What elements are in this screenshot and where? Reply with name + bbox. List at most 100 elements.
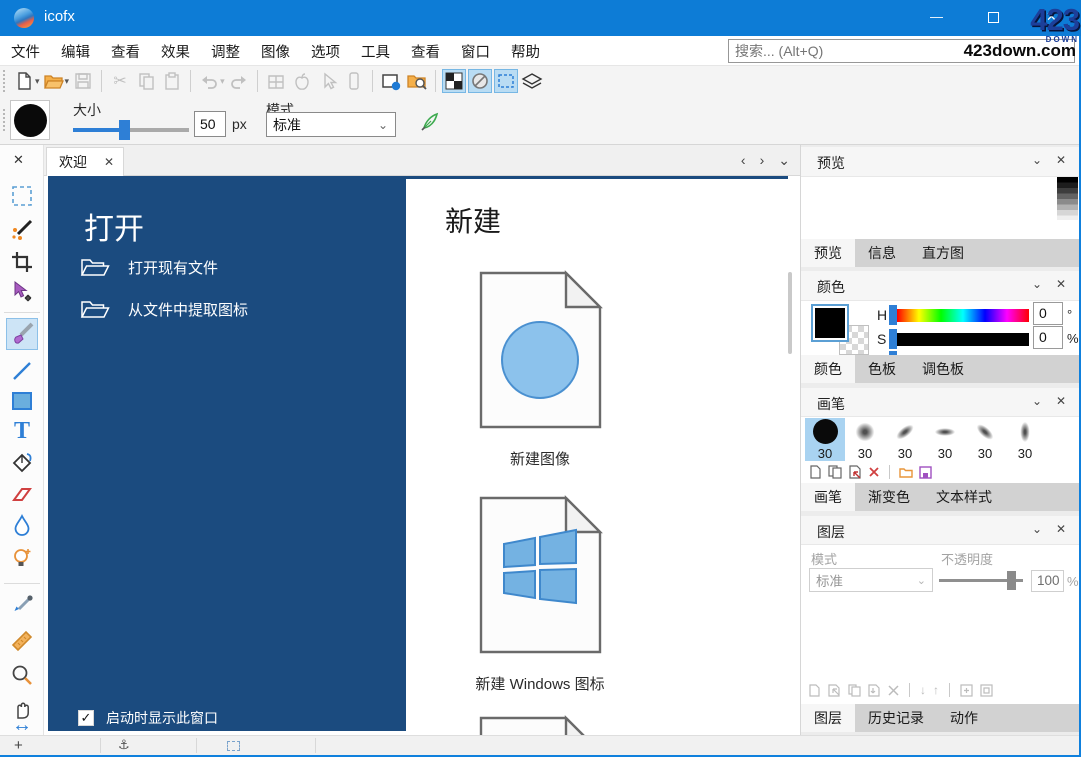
panel-close-icon[interactable]: ✕	[1056, 153, 1066, 167]
undo-dropdown[interactable]: ▾	[220, 76, 225, 87]
toggle-matte[interactable]	[468, 69, 492, 93]
tab-preview[interactable]: 预览	[801, 239, 855, 267]
cut-button[interactable]: ✂	[108, 69, 132, 93]
saturation-value[interactable]: 0	[1033, 326, 1063, 349]
browse-images-button[interactable]	[405, 69, 429, 93]
brush-item[interactable]: 30	[1005, 418, 1045, 461]
save-brushes-icon[interactable]	[919, 466, 932, 479]
brush-tool[interactable]	[6, 318, 38, 350]
tab-list-icon[interactable]: ⌄	[778, 152, 790, 169]
duplicate-layer-icon[interactable]	[848, 684, 861, 697]
foreground-color-swatch[interactable]	[811, 304, 849, 342]
opacity-value[interactable]: 100	[1031, 570, 1064, 592]
size-slider[interactable]	[73, 120, 189, 140]
windows-icon-button[interactable]	[264, 69, 288, 93]
open-existing-file-link[interactable]: 打开现有文件	[80, 254, 218, 280]
copy-button[interactable]	[134, 69, 158, 93]
flatten-all-icon[interactable]	[980, 684, 993, 697]
tab-scroll-left-icon[interactable]: ‹	[741, 152, 746, 169]
menu-options[interactable]: 选项	[308, 39, 343, 64]
duplicate-brush-icon[interactable]	[828, 465, 842, 479]
merge-layer-icon[interactable]	[868, 684, 881, 697]
line-tool[interactable]	[8, 357, 36, 385]
crop-tool[interactable]	[8, 248, 36, 276]
brush-item[interactable]: 30	[885, 418, 925, 461]
new-card-partial[interactable]	[460, 715, 620, 735]
ruler-tool[interactable]	[8, 627, 36, 655]
hue-gradient-bar[interactable]	[897, 309, 1029, 322]
startup-checkbox-row[interactable]: ✓ 启动时显示此窗口	[78, 708, 218, 728]
rectangle-tool[interactable]	[8, 387, 36, 415]
panel-collapse-icon[interactable]: ⌄	[1032, 153, 1042, 167]
extract-icon-link[interactable]: 从文件中提取图标	[80, 296, 248, 322]
menu-help[interactable]: 帮助	[508, 39, 543, 64]
menu-edit[interactable]: 编辑	[58, 39, 93, 64]
welcome-scrollbar[interactable]	[788, 272, 792, 354]
menu-view[interactable]: 查看	[108, 39, 143, 64]
import-brush-icon[interactable]	[848, 465, 862, 479]
layers-view-button[interactable]	[520, 69, 544, 93]
tab-scroll-right-icon[interactable]: ›	[760, 152, 765, 169]
lighten-tool[interactable]	[8, 543, 36, 571]
startup-checkbox[interactable]: ✓	[78, 710, 94, 726]
new-windows-icon-card[interactable]: 新建 Windows 图标	[460, 495, 620, 694]
brush-preview-box[interactable]	[10, 100, 50, 140]
cursor-icon-button[interactable]	[316, 69, 340, 93]
hue-value[interactable]: 0	[1033, 302, 1063, 325]
minimize-button[interactable]: —	[930, 9, 943, 24]
new-brush-icon[interactable]	[809, 465, 822, 479]
flatten-icon[interactable]	[960, 684, 973, 697]
open-brushes-icon[interactable]	[899, 466, 913, 479]
move-layer-up-icon[interactable]: ↑	[933, 683, 939, 697]
brush-item[interactable]: 30	[965, 418, 1005, 461]
tab-swatches[interactable]: 色板	[855, 355, 909, 383]
tab-layers[interactable]: 图层	[801, 704, 855, 732]
redo-button[interactable]	[227, 69, 251, 93]
menu-view2[interactable]: 查看	[408, 39, 443, 64]
tab-color[interactable]: 颜色	[801, 355, 855, 383]
menu-tools[interactable]: 工具	[358, 39, 393, 64]
menu-effects[interactable]: 效果	[158, 39, 193, 64]
phone-icon-button[interactable]	[342, 69, 366, 93]
menu-window[interactable]: 窗口	[458, 39, 493, 64]
opacity-slider-handle[interactable]	[1007, 571, 1016, 590]
new-file-button[interactable]	[12, 69, 36, 93]
tab-gradient[interactable]: 渐变色	[855, 483, 923, 511]
text-tool[interactable]: T	[8, 417, 36, 445]
delete-brush-icon[interactable]	[868, 466, 880, 478]
undo-button[interactable]	[197, 69, 221, 93]
slider-handle[interactable]	[119, 120, 130, 140]
brush-item[interactable]: 30	[845, 418, 885, 461]
move-layer-down-icon[interactable]: ↓	[920, 683, 926, 697]
new-file-dropdown[interactable]: ▾	[35, 76, 40, 87]
magic-wand-tool[interactable]	[8, 216, 36, 244]
image-preview-button[interactable]	[379, 69, 403, 93]
antialias-toggle[interactable]	[419, 111, 441, 138]
new-layer-from-icon[interactable]	[828, 684, 841, 697]
maximize-button[interactable]	[988, 12, 999, 23]
tab-history[interactable]: 历史记录	[855, 704, 937, 732]
menu-file[interactable]: 文件	[8, 39, 43, 64]
tab-histogram[interactable]: 直方图	[909, 239, 977, 267]
save-button[interactable]	[71, 69, 95, 93]
open-file-button[interactable]	[42, 69, 66, 93]
panel-collapse-icon[interactable]: ⌄	[1032, 522, 1042, 536]
tab-welcome[interactable]: 欢迎 ✕	[46, 147, 124, 176]
panel-close-icon[interactable]: ✕	[1056, 394, 1066, 408]
mode-select[interactable]: 标准 ⌄	[266, 112, 396, 137]
panel-collapse-icon[interactable]: ⌄	[1032, 394, 1042, 408]
color-picker-tool[interactable]	[8, 592, 36, 620]
eraser-tool[interactable]	[8, 480, 36, 508]
select-tool[interactable]	[8, 182, 36, 210]
saturation-gradient-bar[interactable]	[897, 333, 1029, 346]
toggle-transparency-grid[interactable]	[442, 69, 466, 93]
menu-adjust[interactable]: 调整	[208, 39, 243, 64]
zoom-tool[interactable]	[8, 661, 36, 689]
brush-item[interactable]: 30	[925, 418, 965, 461]
hue-slider-handle[interactable]	[889, 305, 897, 325]
panel-collapse-icon[interactable]: ⌄	[1032, 277, 1042, 291]
layer-mode-select[interactable]: 标准 ⌄	[809, 568, 933, 592]
open-file-dropdown[interactable]: ▾	[65, 76, 70, 87]
panel-close-icon[interactable]: ✕	[1056, 277, 1066, 291]
tab-actions[interactable]: 动作	[937, 704, 991, 732]
